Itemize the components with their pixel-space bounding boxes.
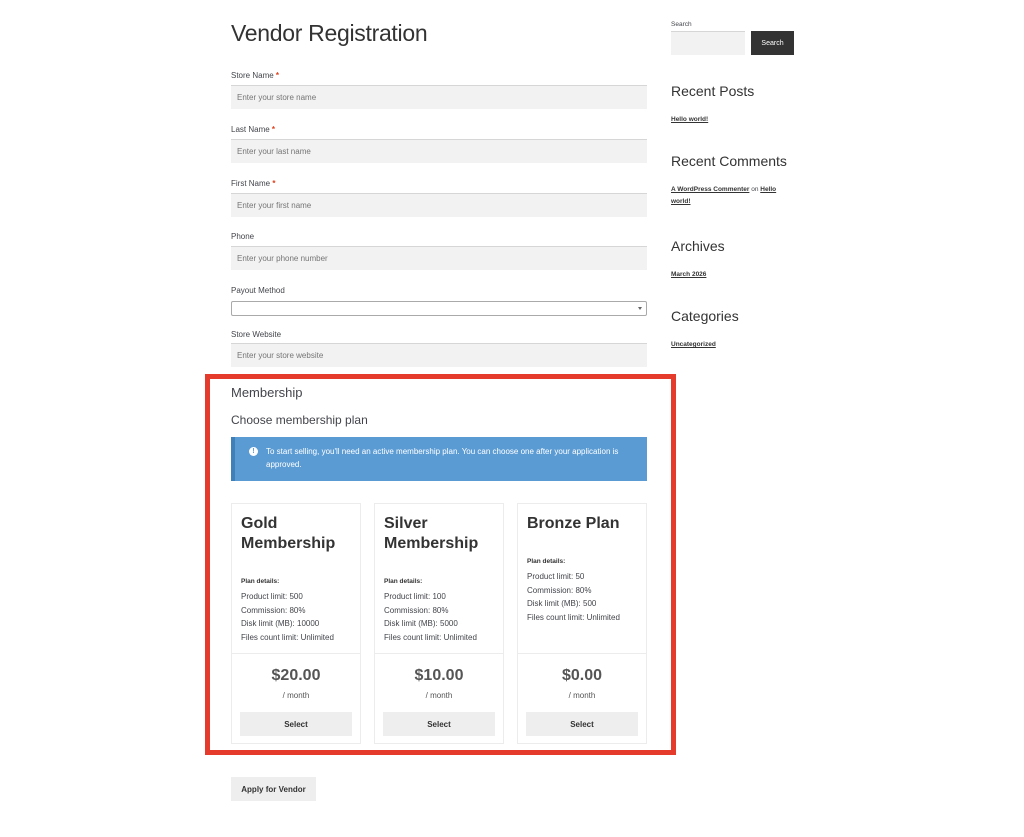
payout-method-select[interactable] bbox=[231, 301, 647, 316]
comment-author-link[interactable]: A WordPress Commenter bbox=[671, 186, 749, 193]
recent-comment: A WordPress Commenter on Hello world! bbox=[671, 184, 791, 208]
recent-posts-title: Recent Posts bbox=[671, 83, 755, 99]
store-website-label: Store Website bbox=[231, 330, 282, 339]
store-website-input[interactable] bbox=[231, 343, 647, 367]
search-input[interactable] bbox=[671, 31, 745, 55]
store-name-input[interactable] bbox=[231, 85, 647, 109]
required-mark: * bbox=[272, 179, 276, 188]
archives-title: Archives bbox=[671, 238, 725, 254]
required-mark: * bbox=[275, 71, 280, 80]
phone-input[interactable] bbox=[231, 246, 647, 270]
apply-for-vendor-button[interactable]: Apply for Vendor bbox=[231, 777, 316, 801]
first-name-input[interactable] bbox=[231, 193, 647, 217]
last-name-input[interactable] bbox=[231, 139, 647, 163]
search-label: Search bbox=[671, 21, 692, 28]
categories-title: Categories bbox=[671, 308, 739, 324]
archive-link[interactable]: March 2026 bbox=[671, 271, 706, 278]
membership-highlight-box bbox=[205, 374, 676, 755]
search-button[interactable]: Search bbox=[751, 31, 794, 55]
recent-comments-title: Recent Comments bbox=[671, 153, 787, 169]
page-title: Vendor Registration bbox=[231, 20, 428, 46]
chevron-down-icon bbox=[638, 307, 642, 310]
payout-method-label: Payout Method bbox=[231, 286, 285, 295]
required-mark: * bbox=[271, 125, 276, 134]
comment-on-text: on bbox=[751, 186, 759, 193]
first-name-label: First Name * bbox=[231, 179, 276, 188]
recent-post-link[interactable]: Hello world! bbox=[671, 116, 708, 123]
store-name-label: Store Name * bbox=[231, 71, 280, 80]
category-link[interactable]: Uncategorized bbox=[671, 341, 716, 348]
last-name-label: Last Name * bbox=[231, 125, 276, 134]
phone-label: Phone bbox=[231, 232, 255, 241]
